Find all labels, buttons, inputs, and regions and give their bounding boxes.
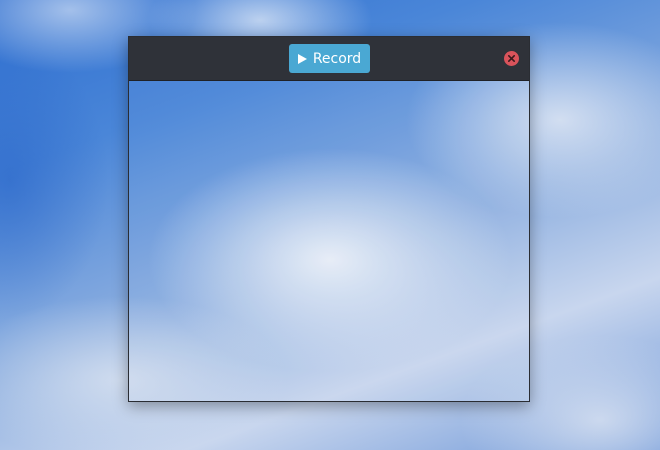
capture-area[interactable]: [129, 81, 529, 401]
window-titlebar: Record: [129, 37, 529, 81]
record-button[interactable]: Record: [289, 44, 370, 73]
play-icon: [297, 53, 307, 64]
record-button-label: Record: [312, 50, 362, 67]
close-button[interactable]: [504, 51, 519, 66]
close-icon: [508, 55, 515, 62]
recorder-window: Record: [128, 36, 530, 402]
desktop-wallpaper: Record: [0, 0, 660, 450]
